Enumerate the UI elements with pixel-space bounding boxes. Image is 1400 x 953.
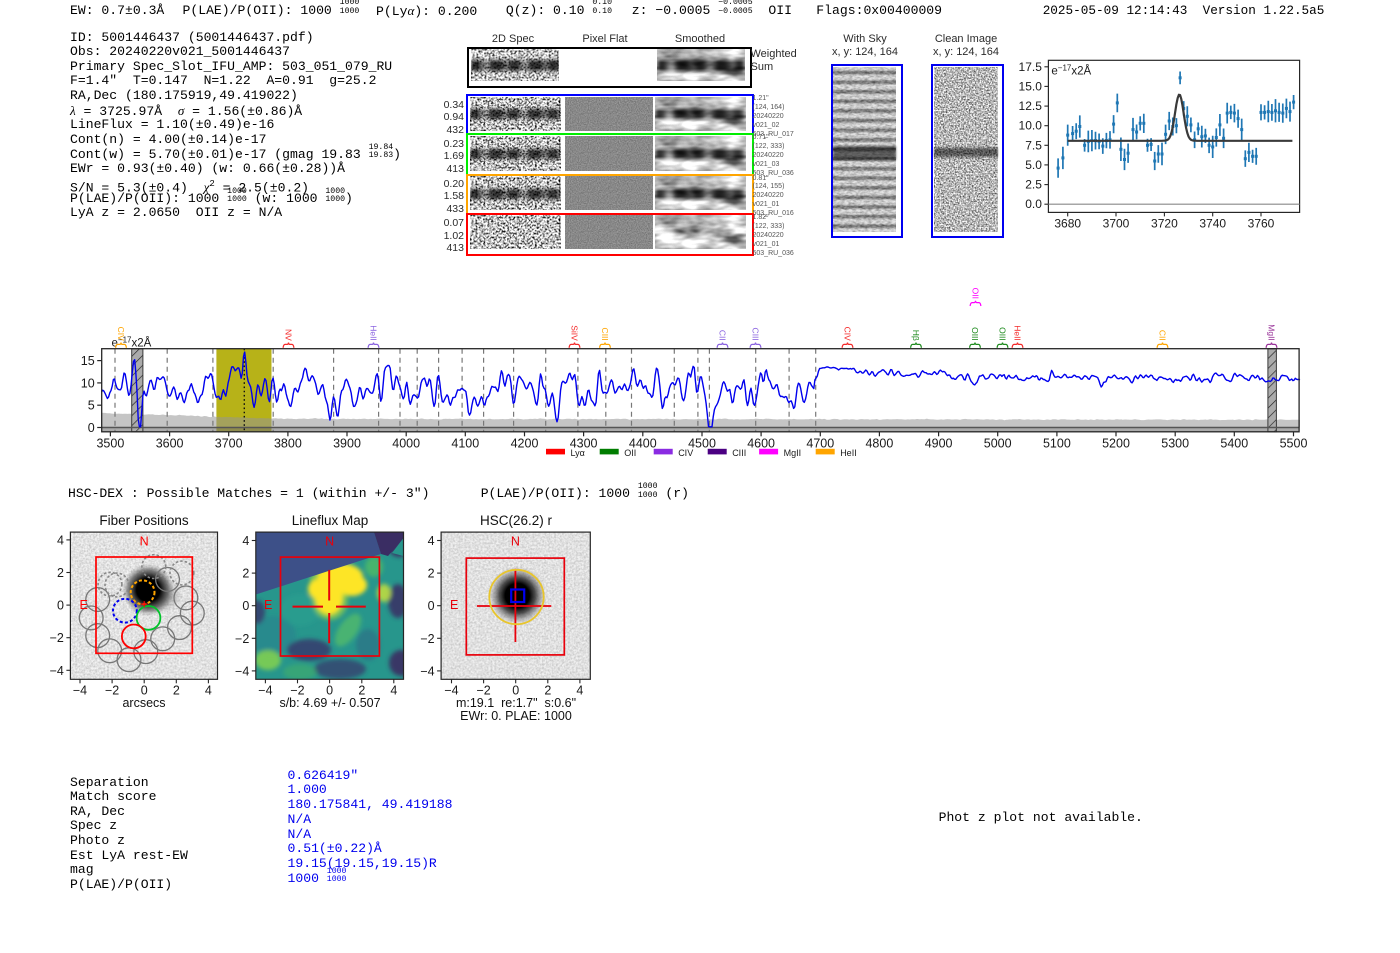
- svg-text:SiIV: SiIV: [569, 325, 579, 341]
- svg-text:−4: −4: [73, 683, 87, 697]
- svg-text:0: 0: [326, 683, 333, 697]
- svg-text:5: 5: [88, 399, 95, 413]
- svg-text:12.5: 12.5: [1019, 99, 1043, 113]
- svg-text:2: 2: [57, 566, 64, 580]
- svg-text:0: 0: [428, 599, 435, 613]
- svg-text:CIV: CIV: [678, 448, 693, 458]
- svg-text:10: 10: [81, 376, 95, 390]
- svg-text:5500: 5500: [1280, 436, 1308, 450]
- svg-text:CII: CII: [1157, 330, 1167, 341]
- svg-text:N: N: [325, 535, 334, 549]
- svg-text:CIII: CIII: [600, 328, 610, 341]
- svg-text:CII: CII: [717, 330, 727, 341]
- svg-text:0: 0: [88, 421, 95, 435]
- svg-text:Hβ: Hβ: [911, 330, 921, 341]
- svg-text:0: 0: [512, 683, 519, 697]
- svg-text:2: 2: [544, 683, 551, 697]
- svg-text:3700: 3700: [215, 436, 243, 450]
- svg-text:2: 2: [242, 567, 249, 581]
- svg-text:4: 4: [428, 534, 435, 548]
- svg-text:5400: 5400: [1220, 436, 1248, 450]
- svg-text:15.0: 15.0: [1019, 79, 1043, 93]
- svg-text:−2: −2: [105, 683, 119, 697]
- svg-text:4800: 4800: [865, 436, 893, 450]
- svg-text:−4: −4: [50, 664, 64, 678]
- svg-text:e−17x2Å: e−17x2Å: [1051, 63, 1091, 77]
- svg-text:3500: 3500: [96, 436, 124, 450]
- svg-text:NV: NV: [283, 329, 293, 341]
- svg-text:15: 15: [81, 354, 95, 368]
- svg-text:CIII: CIII: [750, 328, 760, 341]
- svg-text:3600: 3600: [156, 436, 184, 450]
- svg-text:OIII: OIII: [970, 327, 980, 341]
- svg-text:5000: 5000: [984, 436, 1012, 450]
- svg-text:−2: −2: [420, 632, 434, 646]
- svg-text:−2: −2: [476, 683, 490, 697]
- svg-text:HeII: HeII: [840, 448, 857, 458]
- svg-text:4200: 4200: [511, 436, 539, 450]
- svg-text:CIV: CIV: [116, 327, 126, 342]
- svg-text:3700: 3700: [1103, 216, 1130, 230]
- svg-text:−2: −2: [50, 631, 64, 645]
- svg-text:4600: 4600: [747, 436, 775, 450]
- svg-text:E: E: [450, 598, 458, 612]
- svg-text:3740: 3740: [1199, 216, 1226, 230]
- svg-text:N: N: [140, 535, 149, 549]
- svg-text:−4: −4: [444, 683, 458, 697]
- svg-text:−2: −2: [235, 632, 249, 646]
- svg-text:5.0: 5.0: [1025, 158, 1042, 172]
- svg-text:OIII: OIII: [997, 327, 1007, 341]
- svg-text:2: 2: [358, 683, 365, 697]
- svg-text:E: E: [264, 598, 272, 612]
- svg-text:Lyα: Lyα: [571, 448, 585, 458]
- svg-text:5100: 5100: [1043, 436, 1071, 450]
- svg-text:OII: OII: [970, 288, 980, 299]
- svg-text:4: 4: [205, 683, 212, 697]
- svg-text:−4: −4: [258, 683, 272, 697]
- svg-text:10.0: 10.0: [1019, 119, 1043, 133]
- svg-text:MgII: MgII: [784, 448, 802, 458]
- svg-text:5300: 5300: [1161, 436, 1189, 450]
- svg-text:3760: 3760: [1248, 216, 1275, 230]
- svg-text:OII: OII: [624, 448, 636, 458]
- svg-text:0.0: 0.0: [1025, 197, 1042, 211]
- svg-text:4100: 4100: [451, 436, 479, 450]
- svg-text:4: 4: [576, 683, 583, 697]
- svg-text:4700: 4700: [806, 436, 834, 450]
- svg-text:7.5: 7.5: [1025, 138, 1042, 152]
- svg-text:3800: 3800: [274, 436, 302, 450]
- svg-text:0: 0: [57, 599, 64, 613]
- svg-text:4: 4: [57, 533, 64, 547]
- svg-text:3900: 3900: [333, 436, 361, 450]
- svg-text:2.5: 2.5: [1025, 178, 1042, 192]
- svg-text:E: E: [80, 598, 88, 612]
- svg-text:−2: −2: [290, 683, 304, 697]
- svg-text:HeII: HeII: [1012, 325, 1022, 341]
- svg-text:4000: 4000: [392, 436, 420, 450]
- svg-text:−4: −4: [420, 664, 434, 678]
- svg-text:5200: 5200: [1102, 436, 1130, 450]
- svg-text:MgII: MgII: [1266, 324, 1276, 341]
- svg-text:2: 2: [173, 683, 180, 697]
- svg-text:3720: 3720: [1151, 216, 1178, 230]
- svg-text:−4: −4: [235, 664, 249, 678]
- svg-text:CIII: CIII: [732, 448, 746, 458]
- svg-text:17.5: 17.5: [1019, 60, 1043, 74]
- svg-text:0: 0: [242, 599, 249, 613]
- svg-text:CIV: CIV: [842, 327, 852, 342]
- svg-text:0: 0: [141, 683, 148, 697]
- svg-text:HeII: HeII: [368, 325, 378, 341]
- svg-text:3680: 3680: [1054, 216, 1081, 230]
- svg-text:N: N: [511, 535, 520, 549]
- svg-text:2: 2: [428, 567, 435, 581]
- svg-text:4: 4: [390, 683, 397, 697]
- svg-text:4900: 4900: [925, 436, 953, 450]
- svg-text:4: 4: [242, 534, 249, 548]
